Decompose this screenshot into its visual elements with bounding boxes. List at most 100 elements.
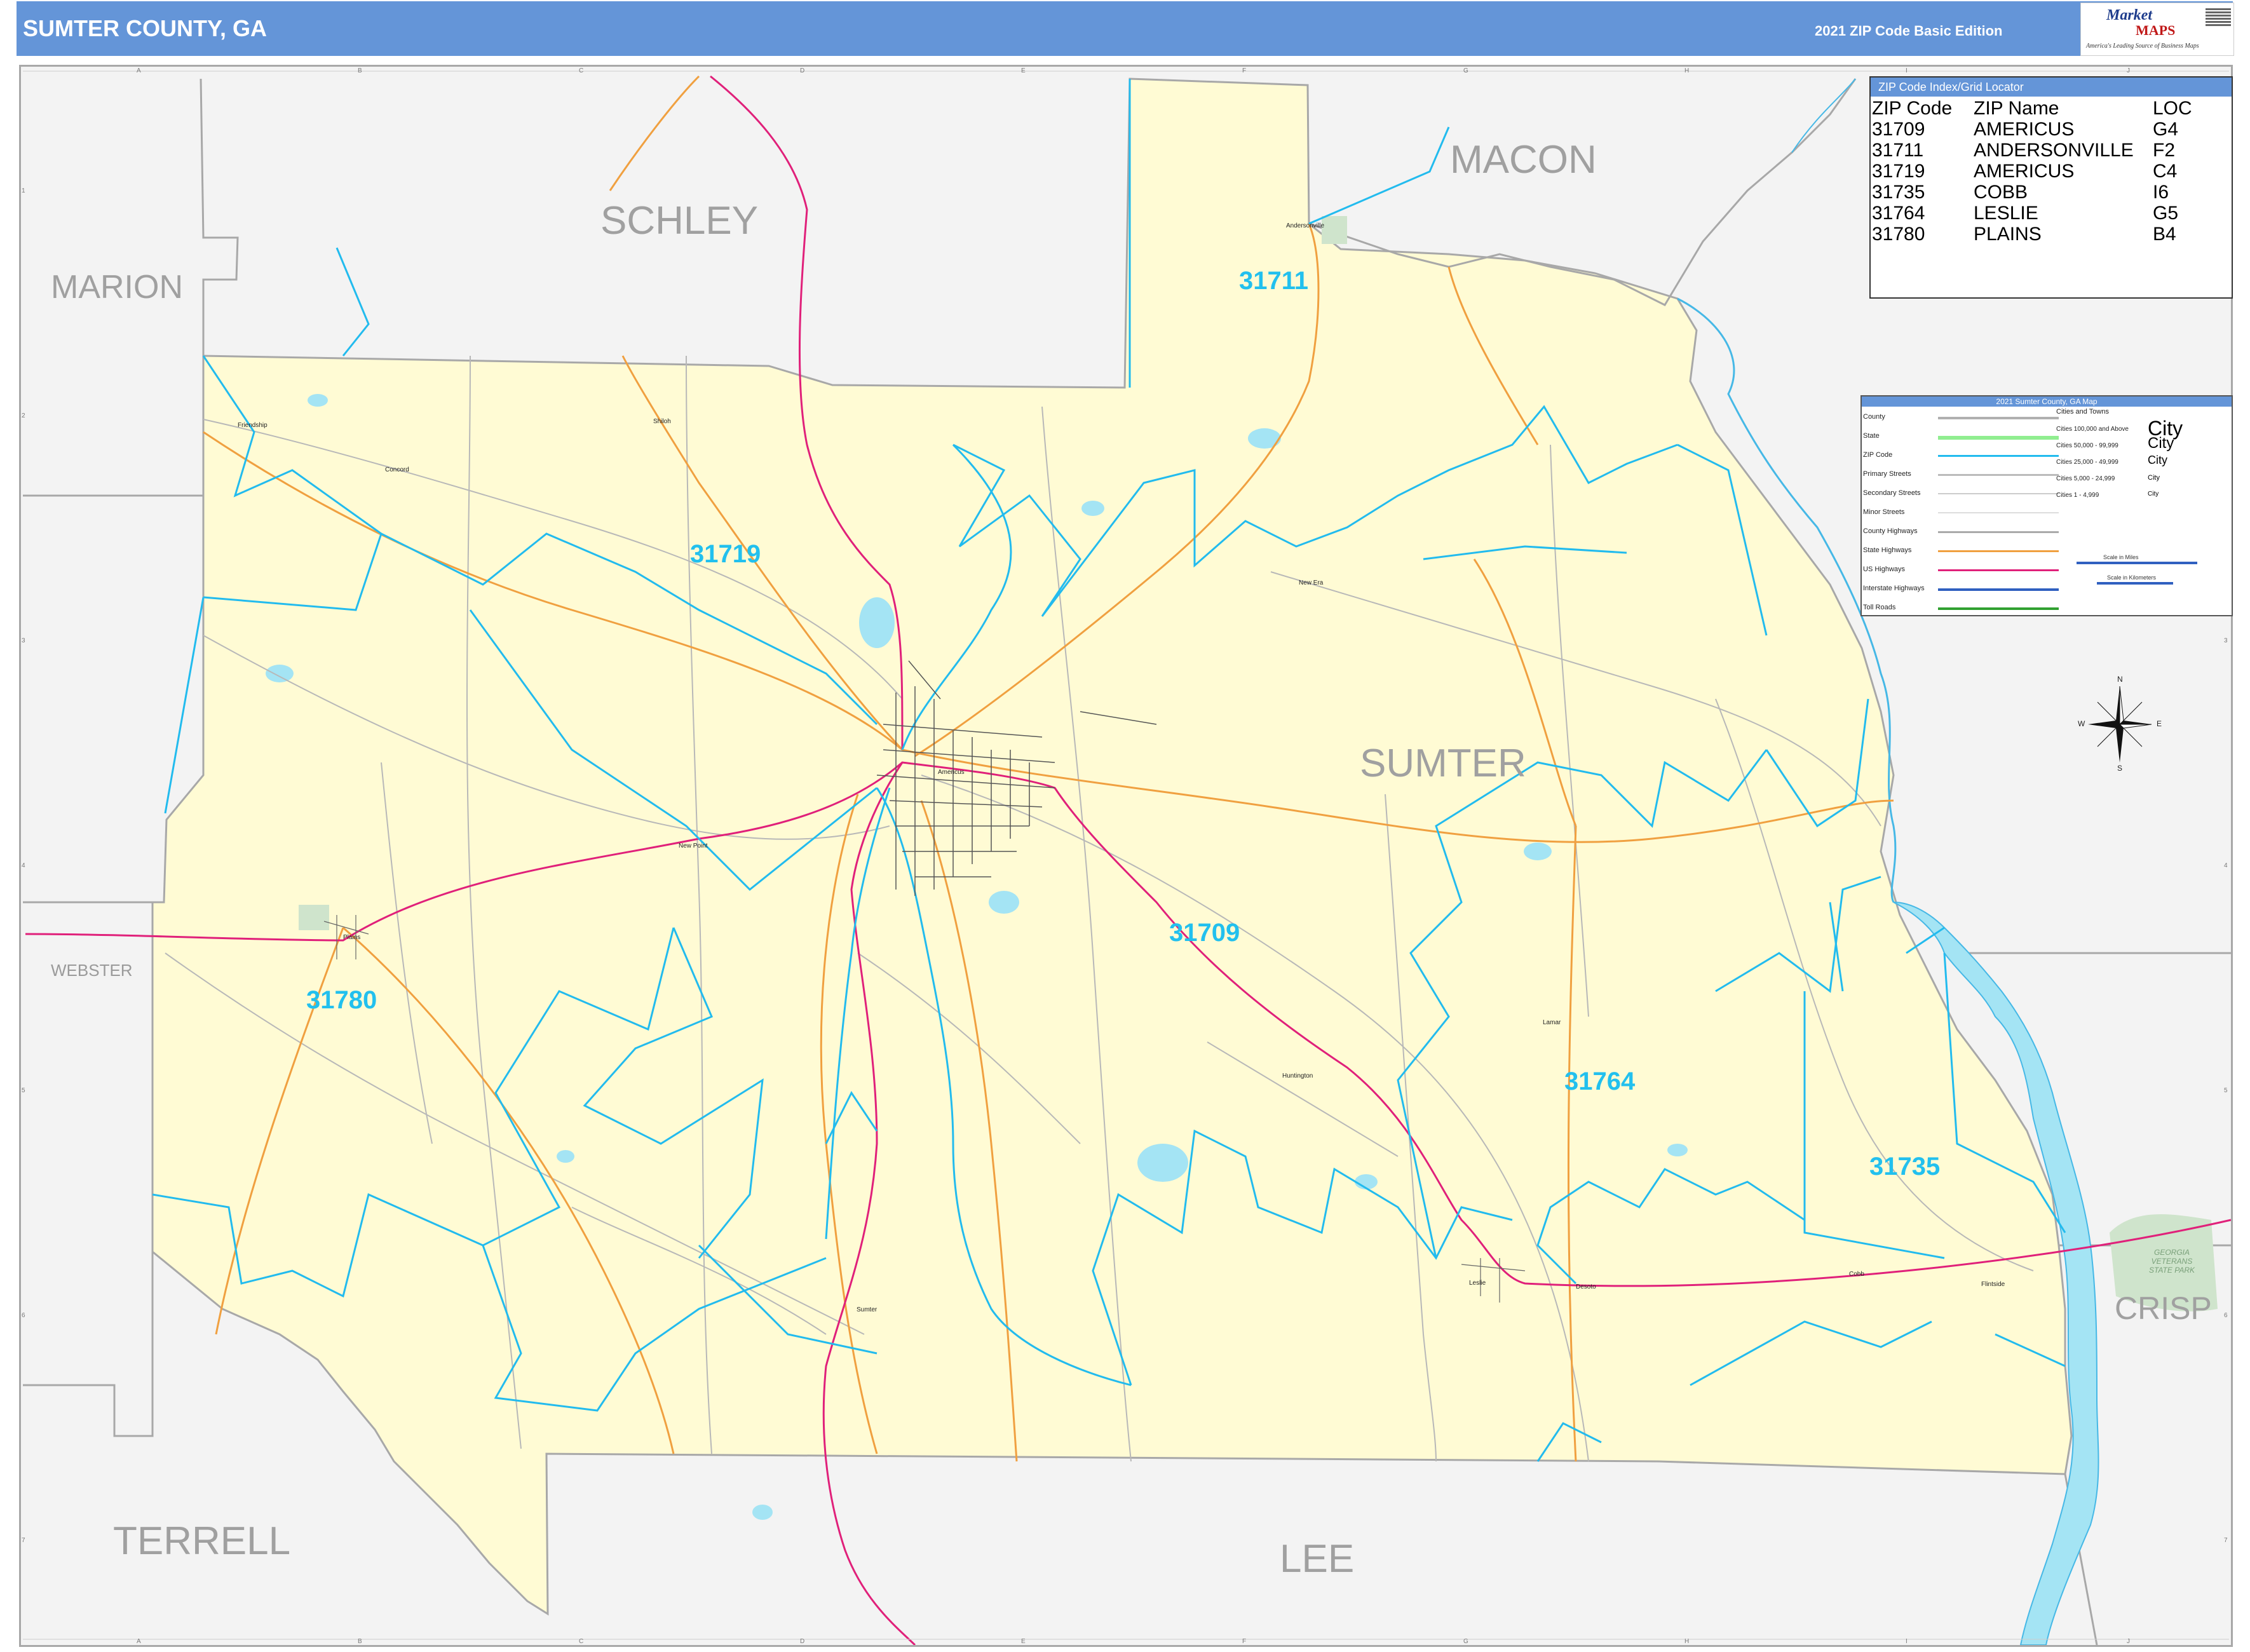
grid-letter-top: J <box>2127 67 2130 74</box>
zip-loc-cell: F2 <box>2153 140 2176 161</box>
city-label-plains: Plains <box>343 934 361 941</box>
compass-east-label: E <box>2157 719 2162 728</box>
legend-city-sample: City <box>2148 474 2160 482</box>
zip-loc-cell: C4 <box>2153 161 2178 182</box>
city-label-leslie: Leslie <box>1469 1280 1486 1287</box>
table-row[interactable]: 31764 LESLIE G5 <box>1872 203 2192 224</box>
city-label-flintside: Flintside <box>1981 1281 2005 1288</box>
zip-cell: 31711 <box>1872 140 1924 161</box>
grid-number-left: 6 <box>22 1312 25 1319</box>
legend-item-zip: ZIP Code <box>1863 451 1893 459</box>
grid-number-left: 7 <box>22 1537 25 1544</box>
grid-number-right: 6 <box>2224 1312 2228 1319</box>
scale-miles-label: Scale in Miles <box>2103 554 2139 560</box>
zip-loc-cell: I6 <box>2153 182 2169 203</box>
legend-item-us-hwy: US Highways <box>1863 565 1906 573</box>
zip-label-31764: 31764 <box>1564 1067 1636 1095</box>
table-row[interactable]: 31735 COBB I6 <box>1872 182 2192 203</box>
legend-item-county: County <box>1863 413 1885 421</box>
legend-swatch-county <box>1938 417 2059 419</box>
county-label-crisp: CRISP <box>2115 1290 2212 1326</box>
zip-label-31735: 31735 <box>1869 1153 1941 1181</box>
zip-index-header-name: ZIP Name <box>1974 98 2059 119</box>
scale-km-label: Scale in Kilometers <box>2107 574 2157 581</box>
legend-swatch-minor <box>1938 512 2059 513</box>
map-legend: 2021 Sumter County, GA Map County State … <box>1860 395 2233 616</box>
compass-icon <box>2088 686 2152 762</box>
scale-miles-bar <box>2077 562 2197 564</box>
zip-name-cell: ANDERSONVILLE <box>1974 140 2134 161</box>
zip-index-panel: ZIP Code Index/Grid Locator ZIP Code ZIP… <box>1869 76 2233 299</box>
grid-number-right: 7 <box>2224 1537 2228 1544</box>
grid-letter-top: D <box>800 67 805 74</box>
county-label-sumter: SUMTER <box>1360 741 1526 785</box>
zip-index-header-zip: ZIP Code <box>1872 98 1953 119</box>
grid-letter-top: G <box>1463 67 1468 74</box>
grid-letter-bottom: D <box>800 1638 805 1645</box>
legend-swatch-zip <box>1938 455 2059 457</box>
city-label-sumter-city: Sumter <box>857 1306 878 1313</box>
grid-number-right: 3 <box>2224 637 2228 644</box>
zip-loc-cell: G4 <box>2153 119 2179 140</box>
legend-city-range: Cities 50,000 - 99,999 <box>2056 442 2118 449</box>
zip-name-cell: AMERICUS <box>1974 119 2075 140</box>
zip-index-header-loc: LOC <box>2153 98 2192 119</box>
legend-city-sample: City <box>2148 435 2174 452</box>
legend-swatch-us-hwy <box>1938 569 2059 571</box>
city-label-friendship: Friendship <box>238 422 268 429</box>
grid-number-right: 5 <box>2224 1087 2228 1094</box>
county-label-schley: SCHLEY <box>600 199 759 243</box>
zip-index-header-row: ZIP Code ZIP Name LOC <box>1872 98 2192 119</box>
table-row[interactable]: 31711 ANDERSONVILLE F2 <box>1872 140 2192 161</box>
legend-city-range: Cities 5,000 - 24,999 <box>2056 475 2115 482</box>
grid-letter-bottom: J <box>2127 1638 2130 1645</box>
zip-index-title: ZIP Code Index/Grid Locator <box>1871 78 2232 97</box>
zip-cell: 31735 <box>1872 182 1925 203</box>
compass-rose: N S W E <box>2078 675 2162 773</box>
grid-letter-bottom: C <box>579 1638 584 1645</box>
grid-number-right: 4 <box>2224 862 2228 869</box>
legend-item-county-hwy: County Highways <box>1863 527 1918 535</box>
zip-loc-cell: G5 <box>2153 203 2179 224</box>
grid-letter-top: H <box>1684 67 1690 74</box>
zip-label-31711: 31711 <box>1239 267 1309 295</box>
grid-number-left: 5 <box>22 1087 25 1094</box>
county-label-marion: MARION <box>51 269 183 306</box>
zip-cell: 31764 <box>1872 203 1925 224</box>
grid-letter-bottom: H <box>1684 1638 1690 1645</box>
zip-name-cell: AMERICUS <box>1974 161 2075 182</box>
legend-city-range: Cities 100,000 and Above <box>2056 426 2129 433</box>
grid-letter-bottom: F <box>1242 1638 1247 1645</box>
grid-letter-bottom: E <box>1021 1638 1026 1645</box>
county-label-terrell: TERRELL <box>113 1519 291 1563</box>
table-row[interactable]: 31780 PLAINS B4 <box>1872 224 2192 245</box>
legend-swatch-county-hwy <box>1938 531 2059 533</box>
grid-number-left: 2 <box>22 412 25 419</box>
county-label-macon: MACON <box>1450 138 1597 182</box>
city-label-shiloh: Shiloh <box>653 418 671 425</box>
legend-swatch-toll <box>1938 607 2059 610</box>
city-label-huntington: Huntington <box>1282 1073 1313 1080</box>
zip-label-31709: 31709 <box>1169 919 1240 947</box>
legend-city-range: Cities 25,000 - 49,999 <box>2056 459 2118 466</box>
legend-item-minor: Minor Streets <box>1863 508 1905 516</box>
zip-name-cell: PLAINS <box>1974 224 2042 245</box>
table-row[interactable]: 31719 AMERICUS C4 <box>1872 161 2192 182</box>
city-label-andersonville: Andersonville <box>1286 222 1325 229</box>
table-row[interactable]: 31709 AMERICUS G4 <box>1872 119 2192 140</box>
county-label-lee: LEE <box>1280 1537 1355 1581</box>
legend-item-secondary: Secondary Streets <box>1863 489 1921 497</box>
zip-cell: 31709 <box>1872 119 1925 140</box>
legend-swatch-primary <box>1938 474 2059 476</box>
legend-item-primary: Primary Streets <box>1863 470 1911 478</box>
city-label-lamar: Lamar <box>1543 1019 1561 1026</box>
grid-number-left: 4 <box>22 862 25 869</box>
legend-swatch-state <box>1938 436 2059 440</box>
zip-name-cell: COBB <box>1974 182 2028 203</box>
map-frame <box>19 65 2233 1647</box>
zip-cell: 31719 <box>1872 161 1925 182</box>
grid-letter-top: E <box>1021 67 1026 74</box>
grid-letter-top: F <box>1242 67 1247 74</box>
scale-km-bar <box>2097 582 2173 585</box>
legend-city-sample: City <box>2148 454 2167 466</box>
